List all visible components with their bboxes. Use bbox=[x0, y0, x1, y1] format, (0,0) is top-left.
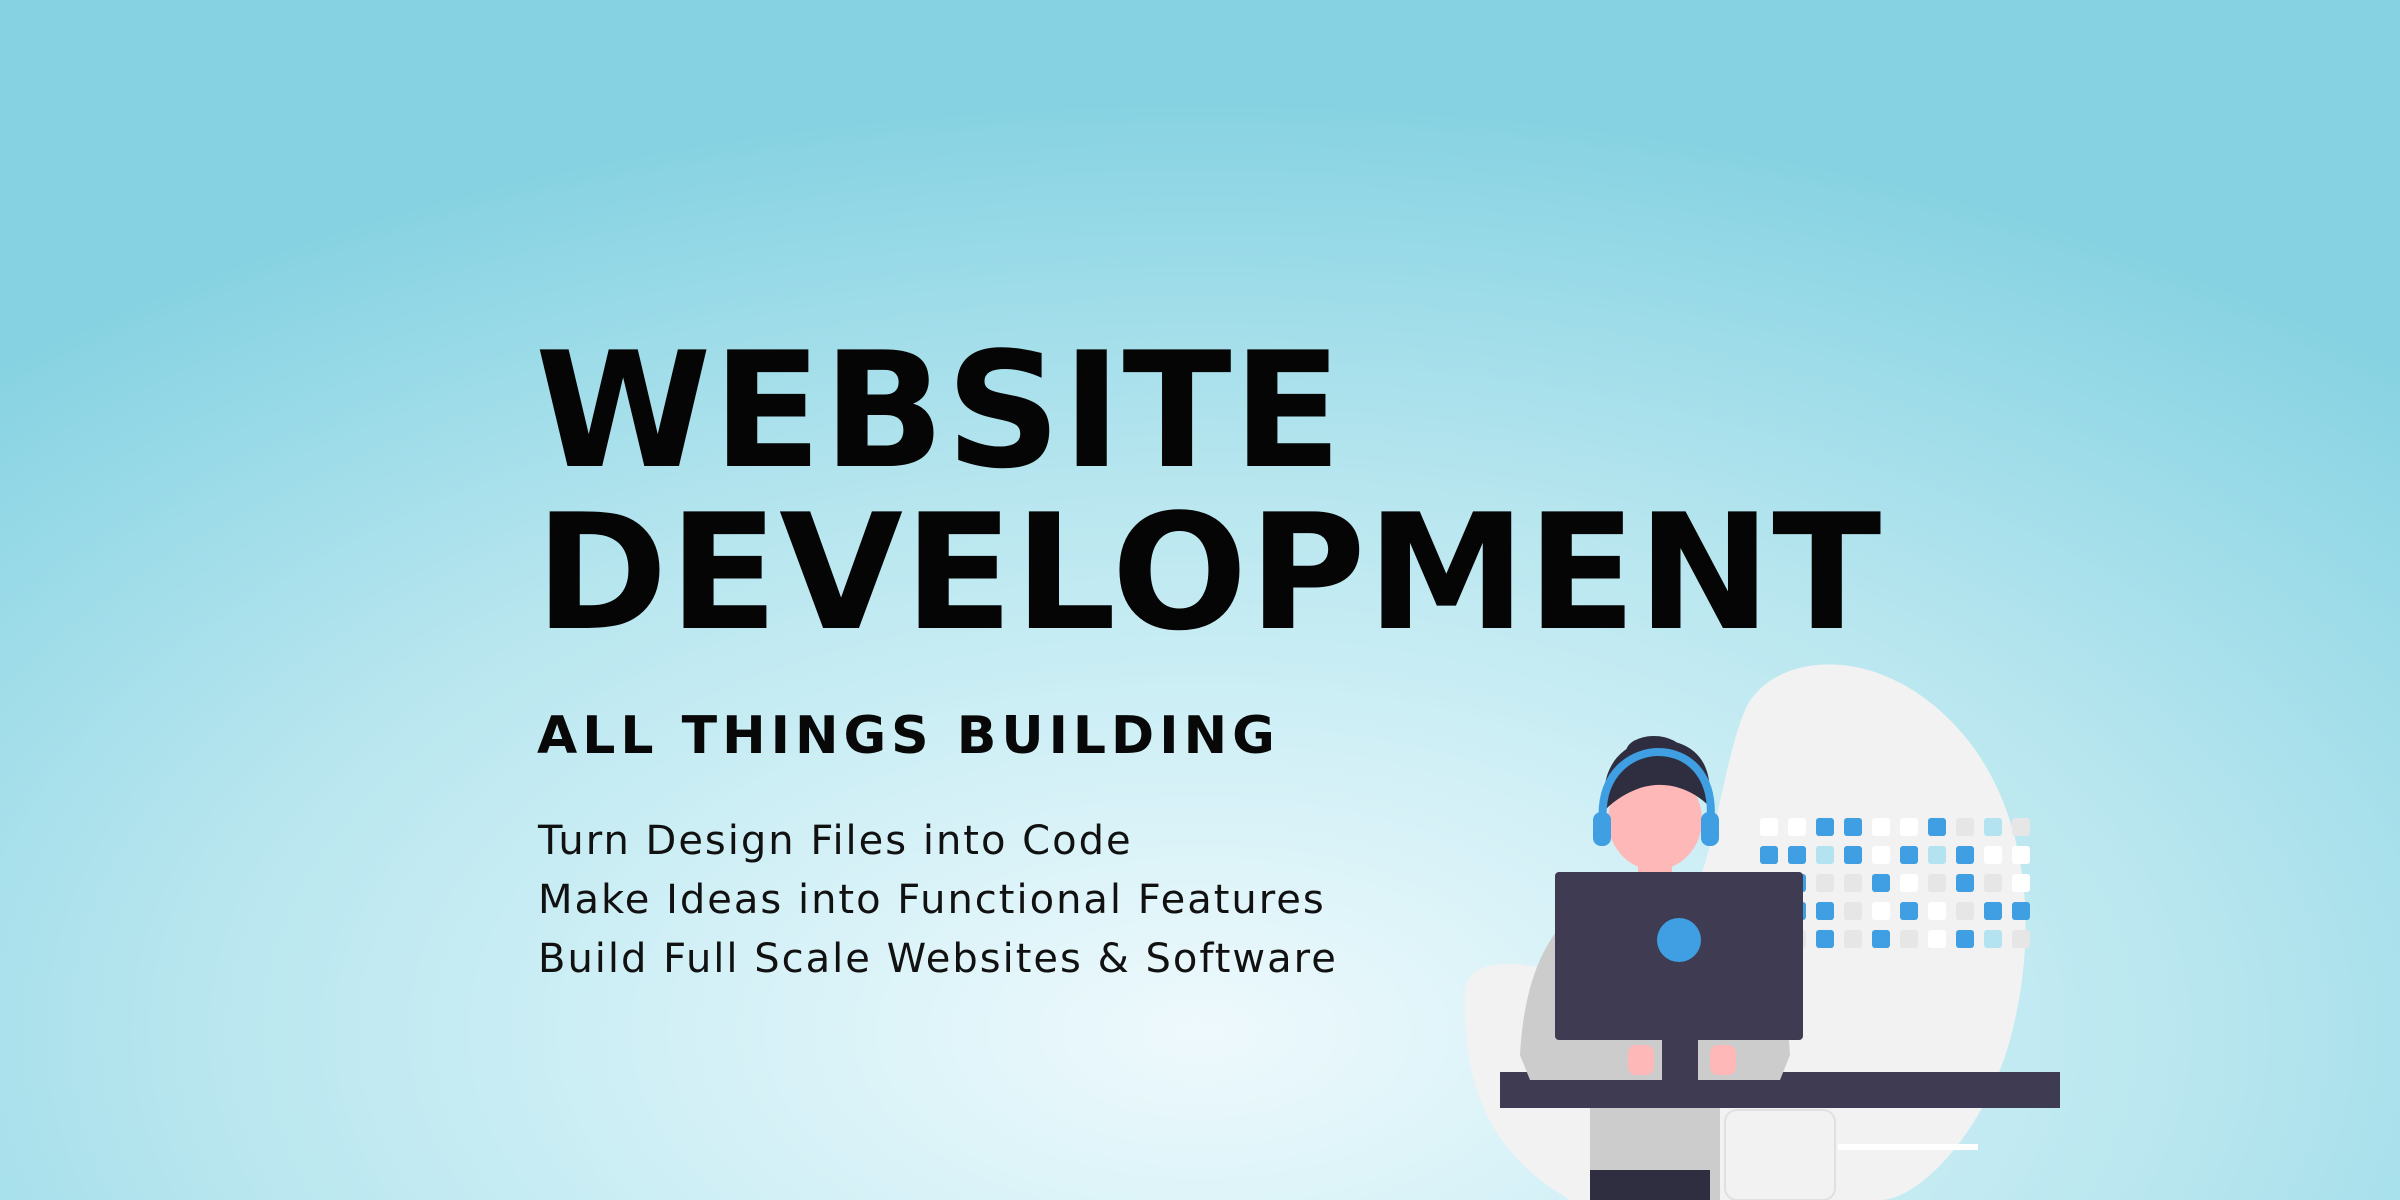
grid-square bbox=[1844, 818, 1862, 836]
grid-square bbox=[1844, 930, 1862, 948]
grid-square bbox=[1984, 818, 2002, 836]
grid-square bbox=[1984, 930, 2002, 948]
developer-illustration bbox=[1440, 660, 2160, 1200]
chair-back bbox=[1724, 1109, 1836, 1200]
feature-item: Make Ideas into Functional Features bbox=[538, 877, 1326, 923]
person-left-hand bbox=[1628, 1045, 1654, 1075]
grid-square bbox=[1956, 846, 1974, 864]
grid-square bbox=[1984, 902, 2002, 920]
floor-base bbox=[1590, 1170, 1710, 1200]
grid-square bbox=[1928, 846, 1946, 864]
grid-square bbox=[1928, 874, 1946, 892]
grid-square bbox=[2012, 818, 2030, 836]
grid-square bbox=[1956, 818, 1974, 836]
developer-with-headset-at-computer-icon bbox=[1464, 664, 2060, 1200]
feature-item: Turn Design Files into Code bbox=[538, 818, 1133, 864]
grid-square bbox=[1900, 902, 1918, 920]
monitor-logo bbox=[1657, 918, 1701, 962]
grid-square bbox=[1816, 846, 1834, 864]
grid-square bbox=[1844, 846, 1862, 864]
headline-line-2: DEVELOPMENT bbox=[535, 479, 1883, 666]
feature-list: Turn Design Files into Code Make Ideas i… bbox=[538, 812, 1338, 989]
grid-square bbox=[1956, 902, 1974, 920]
headset-right-ear bbox=[1701, 812, 1719, 846]
grid-square bbox=[1900, 930, 1918, 948]
feature-item: Build Full Scale Websites & Software bbox=[538, 936, 1338, 982]
grid-square bbox=[1816, 902, 1834, 920]
headset-left-ear bbox=[1593, 812, 1611, 846]
grid-square bbox=[1928, 818, 1946, 836]
grid-square bbox=[1788, 818, 1806, 836]
grid-square bbox=[1760, 846, 1778, 864]
grid-square bbox=[1816, 874, 1834, 892]
grid-square bbox=[2012, 902, 2030, 920]
grid-square bbox=[1816, 818, 1834, 836]
grid-square bbox=[1872, 902, 1890, 920]
grid-square bbox=[1984, 874, 2002, 892]
grid-square bbox=[1928, 902, 1946, 920]
grid-square bbox=[1872, 818, 1890, 836]
banner: WEBSITE DEVELOPMENT ALL THINGS BUILDING … bbox=[0, 0, 2400, 1200]
grid-square bbox=[2012, 874, 2030, 892]
grid-square bbox=[1956, 930, 1974, 948]
subtitle: ALL THINGS BUILDING bbox=[537, 706, 1280, 766]
floor-line bbox=[1838, 1144, 1978, 1150]
headline: WEBSITE DEVELOPMENT bbox=[535, 330, 1882, 654]
grid-square bbox=[1900, 818, 1918, 836]
grid-square bbox=[1872, 930, 1890, 948]
grid-square bbox=[1900, 846, 1918, 864]
grid-square bbox=[1788, 846, 1806, 864]
grid-square bbox=[1816, 930, 1834, 948]
headline-line-1: WEBSITE bbox=[535, 317, 1343, 504]
grid-square bbox=[1928, 930, 1946, 948]
person-right-hand bbox=[1710, 1045, 1736, 1075]
grid-square bbox=[1900, 874, 1918, 892]
grid-square bbox=[1760, 818, 1778, 836]
grid-square bbox=[1872, 846, 1890, 864]
grid-square bbox=[2012, 846, 2030, 864]
grid-square bbox=[1984, 846, 2002, 864]
monitor-stand bbox=[1662, 1040, 1698, 1080]
grid-square bbox=[1844, 902, 1862, 920]
grid-square bbox=[1956, 874, 1974, 892]
grid-square bbox=[2012, 930, 2030, 948]
grid-square bbox=[1872, 874, 1890, 892]
grid-square bbox=[1844, 874, 1862, 892]
